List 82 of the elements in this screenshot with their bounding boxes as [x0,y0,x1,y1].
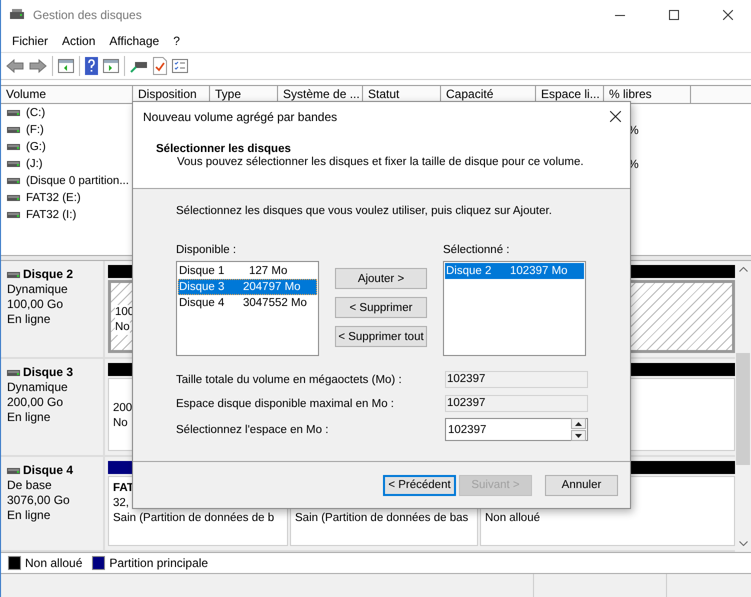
list-item[interactable]: Disque 1 127 Mo [178,263,317,279]
partition-info: No [115,320,130,335]
field-label: Espace disque disponible maximal en Mo : [176,398,395,410]
menu-item[interactable]: ? [166,34,187,48]
partition-info: Sain (Partition de données de b [113,511,274,526]
disk-status: En ligne [7,508,52,523]
help-icon[interactable] [85,57,98,75]
drive-icon [7,272,20,278]
instruction-text: Sélectionnez les disques que vous voulez utiliser, puis cliquez sur Ajouter. [176,205,553,217]
legend-label: Partition principale [109,556,208,570]
scrollbar-thumb[interactable] [736,353,750,465]
disk-type: Dynamique [7,282,69,297]
disk-name: Disque 3 [23,365,74,380]
drive-icon [7,144,20,150]
disk-size: 200,00 Go [7,395,64,410]
menu-item[interactable]: Fichier [5,34,56,48]
action-button[interactable]: < Supprimer tout [335,326,427,347]
disk-name: Disque 4 [23,463,74,478]
disk-type: Dynamique [7,380,69,395]
volume-name: (Disque 0 partition... [26,174,129,186]
volume-name: (F:) [26,124,44,136]
connect-icon[interactable] [130,59,148,73]
disk-name: Disque 2 [23,267,74,282]
volume-name: (G:) [26,140,46,152]
list-item[interactable]: Disque 3 204797 Mo [178,279,317,295]
drive-icon [7,212,20,218]
menu-item[interactable]: Action [55,34,102,48]
drive-icon [7,126,20,132]
minimize-icon[interactable] [615,14,625,16]
forward-arrow-icon[interactable] [29,59,47,73]
disk-status: En ligne [7,410,52,425]
size-spinbox[interactable]: 102397 [445,418,588,441]
partition-info: Sain (Partition de données de bas [295,511,468,526]
close-icon[interactable] [723,10,733,20]
dialog-heading: Sélectionner les disques [156,143,292,155]
spin-down-icon[interactable] [575,434,582,438]
selected-disks-list[interactable]: Disque 2 102397 Mo [443,261,586,356]
disk-management-icon [9,8,25,22]
panel-icon[interactable] [103,59,119,73]
legend-label: Non alloué [25,556,82,570]
scroll-down-icon[interactable] [738,541,748,546]
disk-size: 3076,00 Go [7,493,71,508]
action-button[interactable]: < Supprimer [335,297,427,318]
close-icon[interactable] [610,111,620,122]
dialog-title: Nouveau volume agrégé par bandes [143,110,338,124]
available-disks-list[interactable]: Disque 1 127 Mo Disque 3 204797 Mo Disque 4 3047552 Mo [176,261,319,356]
checklist-icon[interactable] [172,59,188,73]
column-header[interactable]: % libres [604,86,691,103]
list-label: Sélectionné : [443,244,510,257]
list-label: Disponible : [176,244,238,257]
field-label: Sélectionnez l'espace en Mo : [176,424,330,436]
maximize-icon[interactable] [669,10,679,20]
drive-icon [7,370,20,376]
volume-name: (J:) [26,158,43,170]
drive-icon [7,194,20,200]
list-item[interactable]: Disque 4 3047552 Mo [178,295,317,311]
drive-icon [7,468,20,474]
volume-name: FAT32 (E:) [26,192,81,204]
dialog-subtitle: Vous pouvez sélectionner les disques et fixer la taille de disque pour ce volume. [177,156,585,168]
drive-icon [7,110,20,116]
window-title: Gestion des disques [33,8,143,22]
disk-status: En ligne [7,312,52,327]
back-arrow-icon[interactable] [6,59,24,73]
list-item[interactable]: Disque 2 102397 Mo [445,263,584,279]
field-label: Taille totale du volume en mégaoctets (Mo) : [176,374,403,386]
disk-type: De base [7,478,53,493]
disk-size: 100,00 Go [7,297,64,312]
drive-icon [7,160,20,166]
wizard-button[interactable]: Annuler [545,474,618,496]
drive-icon [7,178,20,184]
readonly-field: 102397 [445,371,588,388]
action-button[interactable]: Ajouter > [335,268,427,289]
readonly-field: 102397 [445,395,588,412]
wizard-button[interactable]: < Précédent [383,474,456,496]
volume-name: FAT32 (I:) [26,208,76,220]
volume-name: (C:) [26,106,46,118]
spin-up-icon[interactable] [575,422,582,426]
check-document-icon[interactable] [153,57,167,75]
scroll-up-icon[interactable] [738,267,748,272]
menu-item[interactable]: Affichage [102,34,166,48]
column-header[interactable]: Volume [1,86,133,103]
panel-icon[interactable] [58,59,74,73]
